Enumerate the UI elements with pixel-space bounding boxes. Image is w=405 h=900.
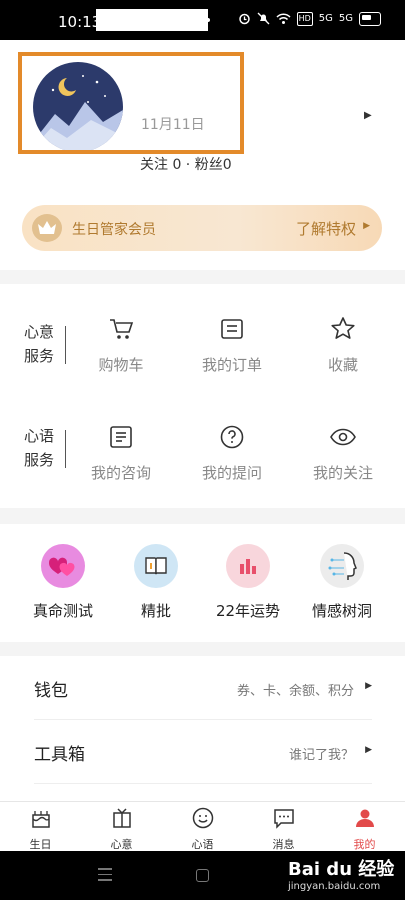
menu-value: 谁记了我？ xyxy=(288,748,354,763)
head-network-icon xyxy=(320,544,364,588)
menu-toolbox[interactable]: 工具箱 谁记了我？ ▶ xyxy=(34,720,372,784)
vip-link[interactable]: 了解特权 xyxy=(296,218,356,239)
highlight-frame xyxy=(18,52,244,154)
user-icon xyxy=(355,809,374,827)
service-consult[interactable]: 我的咨询 xyxy=(81,424,161,483)
chevron-right-icon: ▶ xyxy=(365,745,372,755)
tab-words[interactable]: 心语 xyxy=(162,806,243,852)
watermark-site: jingyan.baidu.com xyxy=(288,881,381,892)
status-bar: 10:13 HD 5G 5G xyxy=(0,0,405,40)
menu-title: 工具箱 xyxy=(34,745,85,765)
smile-icon xyxy=(192,807,213,829)
vip-banner[interactable]: 生日管家会员 了解特权 ▶ xyxy=(22,205,382,251)
profile-section: 11月11日 ▶ 关注 0 · 粉丝0 生日管家会员 了解特权 ▶ xyxy=(0,40,405,270)
service-questions[interactable]: 我的提问 xyxy=(192,424,272,483)
feature-label: 精批 xyxy=(140,602,171,620)
vip-arrow-icon: ▶ xyxy=(363,221,370,231)
crown-icon xyxy=(32,214,62,242)
bottom-tab-bar: 生日 心意 心语 消息 我的 xyxy=(0,801,405,851)
watermark-brand: Bai du 经验 xyxy=(288,859,395,880)
message-icon xyxy=(273,809,294,829)
service-label: 我的咨询 xyxy=(90,464,151,482)
tab-label: 我的 xyxy=(353,838,376,851)
tab-birthday[interactable]: 生日 xyxy=(0,806,81,852)
divider xyxy=(65,430,66,468)
menu-title: 钱包 xyxy=(34,681,68,701)
question-icon xyxy=(220,425,244,449)
hd-icon: HD xyxy=(296,12,313,26)
profile-arrow-icon[interactable]: ▶ xyxy=(364,110,372,121)
menu-list: 钱包 券、卡、余额、积分 ▶ 工具箱 谁记了我？ ▶ xyxy=(0,656,405,801)
tab-label: 心意 xyxy=(110,838,133,851)
service-following[interactable]: 我的关注 xyxy=(303,424,383,483)
follow-stats[interactable]: 关注 0 · 粉丝0 xyxy=(140,154,232,174)
tab-label: 消息 xyxy=(272,838,295,851)
book-icon xyxy=(134,544,178,588)
service-orders[interactable]: 我的订单 xyxy=(192,316,272,375)
alarm-icon xyxy=(238,12,251,26)
vip-title: 生日管家会员 xyxy=(72,222,156,238)
cake-icon xyxy=(31,811,50,828)
feature-label: 22年运势 xyxy=(215,602,281,620)
feature-emotion-treehole[interactable]: 情感树洞 xyxy=(292,544,392,621)
menu-wallet[interactable]: 钱包 券、卡、余额、积分 ▶ xyxy=(34,656,372,720)
mute-icon xyxy=(257,12,270,26)
feature-detailed-reading[interactable]: 精批 xyxy=(106,544,206,621)
service-label: 购物车 xyxy=(98,356,144,374)
services-section: 心意 服务 购物车 我的订单 收藏 心语 服务 我的咨询 我的提问 我的关注 xyxy=(0,284,405,508)
feature-label: 情感树洞 xyxy=(311,602,372,620)
divider xyxy=(65,326,66,364)
feature-shortcuts: 真命测试 精批 22年运势 情感树洞 xyxy=(0,524,405,642)
service-label: 收藏 xyxy=(327,356,358,374)
feature-label: 真命测试 xyxy=(32,602,93,620)
feature-2022-fortune[interactable]: 22年运势 xyxy=(198,544,298,621)
service-favorites[interactable]: 收藏 xyxy=(303,316,383,375)
eye-icon xyxy=(330,428,356,446)
service-category-gift: 心意 服务 xyxy=(24,323,55,365)
signal-5g-icon: 5G xyxy=(318,13,333,24)
service-label: 我的关注 xyxy=(312,464,373,482)
redacted-block xyxy=(96,9,208,31)
service-category-words: 心语 服务 xyxy=(24,427,55,469)
notification-dot xyxy=(206,18,210,22)
consult-icon xyxy=(110,426,132,448)
watermark: Bai du 经验 jingyan.baidu.com xyxy=(288,855,394,892)
tab-messages[interactable]: 消息 xyxy=(243,806,324,852)
cart-icon xyxy=(110,319,134,339)
signal-5g-icon: 5G xyxy=(338,13,353,24)
tab-label: 心语 xyxy=(191,838,214,851)
status-time: 10:13 xyxy=(58,13,102,31)
battery-icon xyxy=(359,12,381,26)
bar-chart-icon xyxy=(226,544,270,588)
chevron-right-icon: ▶ xyxy=(365,681,372,691)
home-icon[interactable] xyxy=(196,869,209,882)
tab-label: 生日 xyxy=(29,838,52,851)
tab-gift[interactable]: 心意 xyxy=(81,806,162,852)
wifi-icon xyxy=(276,12,291,26)
tab-mine[interactable]: 我的 xyxy=(324,806,405,852)
service-cart[interactable]: 购物车 xyxy=(81,316,161,375)
service-label: 我的订单 xyxy=(201,356,262,374)
menu-value: 券、卡、余额、积分 xyxy=(236,684,354,699)
order-icon xyxy=(221,319,243,339)
star-icon xyxy=(331,317,355,339)
status-icons: HD 5G 5G xyxy=(238,12,381,26)
feature-true-love-test[interactable]: 真命测试 xyxy=(13,544,113,621)
hearts-icon xyxy=(41,544,85,588)
gift-icon xyxy=(112,808,131,828)
service-label: 我的提问 xyxy=(201,464,262,482)
menu-icon[interactable] xyxy=(98,868,112,882)
